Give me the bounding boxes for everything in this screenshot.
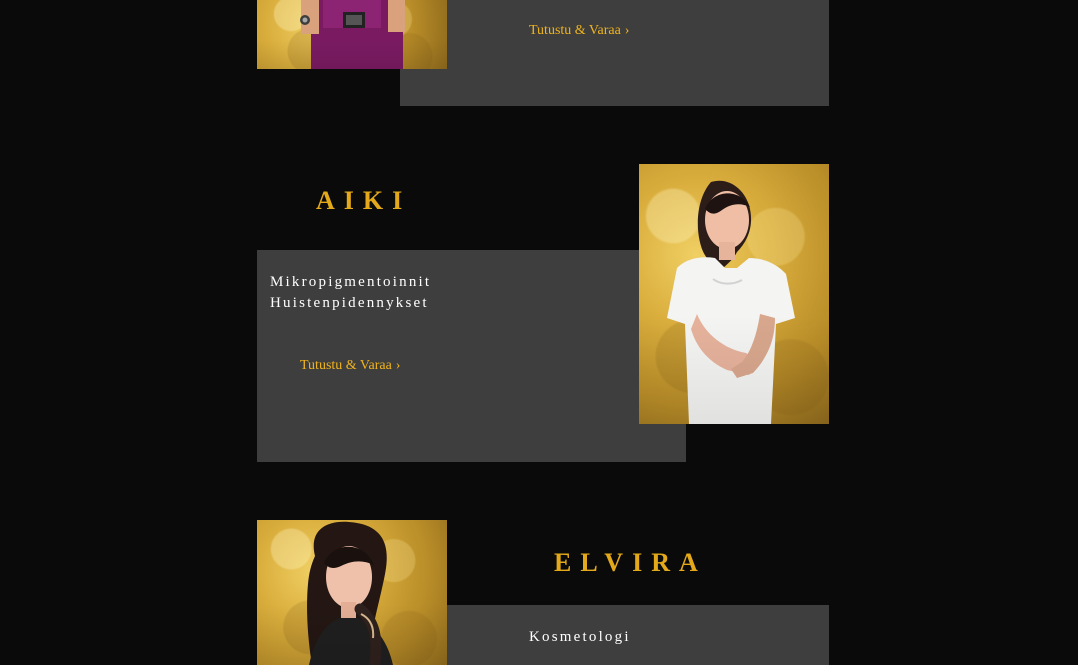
chevron-right-icon: › [624, 23, 630, 38]
book-link-label-1: Tutustu & Varaa [529, 23, 621, 38]
book-link-aiki[interactable]: Tutustu & Varaa › [300, 359, 400, 373]
service-list-aiki: Mikropigmentoinnit Huistenpidennykset [270, 272, 431, 314]
book-link-label-aiki: Tutustu & Varaa [300, 358, 392, 373]
staff-name-elvira: ELVIRA [554, 548, 707, 577]
service-list-elvira: Kosmetologi [529, 627, 631, 648]
staff-photo-1 [257, 0, 447, 69]
service-item: Mikropigmentoinnit [270, 274, 432, 290]
card-panel-1 [400, 0, 829, 106]
staff-photo-aiki [639, 164, 829, 424]
service-item: Huistenpidennykset [270, 295, 429, 311]
staff-name-aiki: AIKI [316, 186, 412, 215]
book-link-1[interactable]: Tutustu & Varaa › [529, 24, 629, 38]
photo-shadow-1 [257, 40, 447, 69]
photo-shadow-3 [257, 604, 447, 665]
chevron-right-icon: › [395, 358, 401, 373]
photo-shadow-2 [639, 314, 829, 424]
service-item: Kosmetologi [529, 629, 631, 645]
staff-photo-elvira [257, 520, 447, 665]
card-panel-3 [447, 605, 829, 665]
